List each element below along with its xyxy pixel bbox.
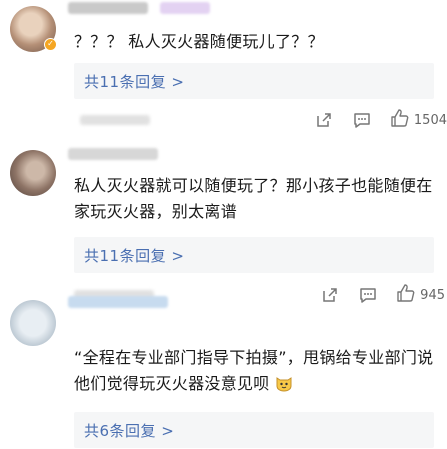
username-badge-blurred	[160, 2, 210, 14]
comment-actions: 1504	[314, 108, 447, 132]
comment-text: “全程在专业部门指导下拍摄”，甩锅给专业部门说他们觉得玩灭火器没意见呗	[74, 345, 435, 397]
cat-emoji-icon	[275, 374, 293, 392]
avatar[interactable]	[10, 150, 56, 196]
comment-text: ？？？ 私人灭火器随便玩儿了？？	[74, 32, 324, 51]
verified-badge-icon: ✓	[44, 38, 57, 51]
view-replies-link[interactable]: 共11条回复 >	[84, 71, 184, 92]
like-button[interactable]: 945	[396, 283, 447, 307]
like-count: 945	[420, 287, 445, 303]
timestamp-blurred	[80, 115, 150, 125]
thumbs-up-icon	[390, 108, 410, 132]
thumbs-up-icon	[396, 283, 416, 307]
like-count: 1504	[413, 112, 447, 128]
comment-text-content: “全程在专业部门指导下拍摄”，甩锅给专业部门说他们觉得玩灭火器没意见呗	[74, 348, 434, 393]
share-icon[interactable]	[314, 110, 334, 130]
share-icon[interactable]	[320, 285, 340, 305]
reply-box[interactable]: 共11条回复 >	[74, 237, 434, 273]
avatar[interactable]	[10, 300, 56, 346]
comment-icon[interactable]	[352, 110, 372, 130]
comment-icon[interactable]	[358, 285, 378, 305]
comment-actions: 945	[320, 283, 447, 307]
view-replies-link[interactable]: 共6条回复 >	[84, 420, 174, 441]
comment-meta: 1504	[74, 108, 447, 132]
username-blurred[interactable]	[68, 2, 148, 14]
username-blurred[interactable]	[68, 296, 168, 308]
reply-box[interactable]: 共6条回复 >	[74, 412, 434, 448]
username-blurred[interactable]	[68, 148, 158, 160]
like-button[interactable]: 1504	[390, 108, 447, 132]
reply-box[interactable]: 共11条回复 >	[74, 63, 434, 99]
comment-text: 私人灭火器就可以随便玩了？那小孩子也能随便在家玩灭火器，别太离谱	[74, 176, 433, 221]
view-replies-link[interactable]: 共11条回复 >	[84, 245, 184, 266]
